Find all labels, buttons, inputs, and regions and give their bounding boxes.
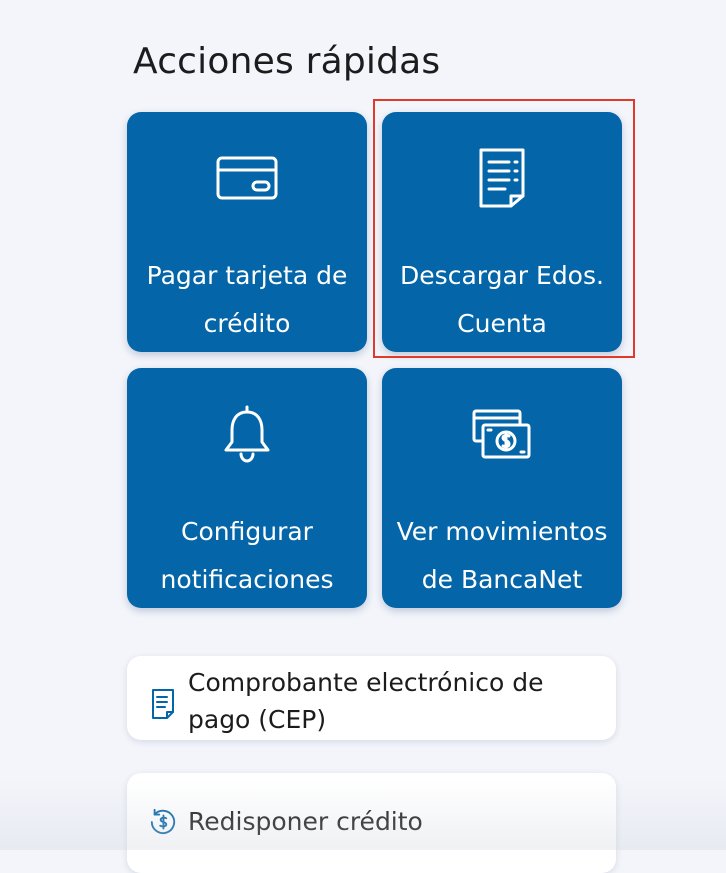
cep-receipt-item[interactable]: Comprobante electrónico de pago (CEP) bbox=[127, 656, 616, 740]
pay-credit-card-tile[interactable]: Pagar tarjeta de crédito bbox=[127, 112, 367, 352]
configure-notifications-label: Configurar notificaciones bbox=[160, 517, 334, 594]
receipt-icon bbox=[149, 687, 177, 721]
redispose-credit-label: Redisponer crédito bbox=[188, 807, 423, 836]
credit-card-icon bbox=[127, 146, 367, 210]
redispose-credit-item[interactable]: Redisponer crédito bbox=[127, 773, 616, 873]
configure-notifications-tile[interactable]: Configurar notificaciones bbox=[127, 368, 367, 608]
dollar-refresh-icon bbox=[149, 805, 177, 839]
download-statements-tile[interactable]: Descargar Edos. Cuenta bbox=[382, 112, 622, 352]
money-bills-icon bbox=[382, 402, 622, 466]
cep-receipt-label: Comprobante electrónico de pago (CEP) bbox=[188, 668, 544, 734]
page-title: Acciones rápidas bbox=[133, 41, 441, 82]
view-bancanet-movements-label: Ver movimientos de BancaNet bbox=[396, 517, 608, 594]
download-statements-label: Descargar Edos. Cuenta bbox=[400, 261, 604, 338]
view-bancanet-movements-tile[interactable]: Ver movimientos de BancaNet bbox=[382, 368, 622, 608]
document-icon bbox=[382, 146, 622, 210]
pay-credit-card-label: Pagar tarjeta de crédito bbox=[146, 261, 348, 338]
bell-icon bbox=[127, 402, 367, 466]
